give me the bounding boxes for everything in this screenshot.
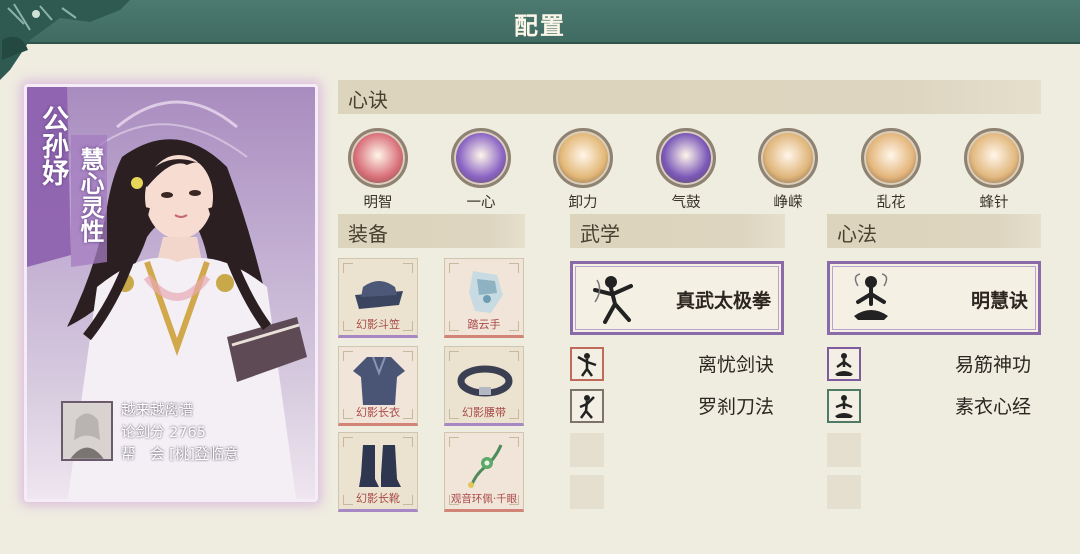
xinfa-sub-name: 易筋神功 — [954, 354, 1031, 376]
xinjue-item[interactable]: 蜂针 — [954, 128, 1034, 211]
character-card[interactable]: 公孙妤 慧心灵性 越来越离谱 论剑分 2765 帮 会 [桃]登临意 — [24, 84, 318, 502]
hat-icon — [355, 281, 403, 309]
equip-label: 幻影斗笠 — [356, 318, 400, 331]
xinjue-item[interactable]: 乱花 — [851, 128, 931, 211]
martial-fighter-icon — [593, 276, 633, 324]
section-wuxue-header: 武学 — [570, 214, 785, 248]
player-guild: 帮 会 [桃]登临意 — [121, 443, 238, 464]
equip-slot-robe[interactable]: 幻影长衣 — [338, 346, 418, 426]
equip-slot-belt[interactable]: 幻影腰带 — [444, 346, 524, 426]
wuxue-sub-name: 罗刹刀法 — [697, 396, 774, 418]
equip-slot-boots[interactable]: 幻影长靴 — [338, 432, 418, 512]
belt-icon — [457, 365, 513, 397]
xinjue-label: 气鼓 — [671, 195, 701, 211]
xinfa-sub-slot-1[interactable]: 易筋神功 — [827, 347, 1041, 381]
qigu-orb-icon — [656, 128, 716, 188]
xinfa-sub-name: 素衣心经 — [954, 396, 1031, 418]
xieli-swirl-icon — [553, 128, 613, 188]
wuxue-empty-slot[interactable] — [570, 433, 604, 467]
equip-label: 踏云手 — [467, 318, 501, 331]
wuxue-sub-name: 离忧剑诀 — [697, 354, 774, 376]
section-equipment-title: 装备 — [348, 222, 388, 246]
xinjue-label: 卸力 — [568, 195, 598, 211]
xinjue-label: 峥嵘 — [773, 195, 803, 211]
fengzhen-bee-icon — [964, 128, 1024, 188]
blade-skill-icon — [570, 389, 604, 423]
xinfa-main-name: 明慧诀 — [970, 290, 1028, 312]
player-name: 越来越离谱 — [121, 403, 194, 419]
xinjue-item[interactable]: 一心 — [441, 128, 521, 211]
pendant-icon — [468, 444, 503, 488]
yixin-flame-icon — [451, 128, 511, 188]
guild-label: 帮 会 — [121, 447, 165, 463]
suyi-skill-icon — [827, 389, 861, 423]
equip-label: 观音环佩·千眼 — [450, 493, 518, 505]
xinjue-label: 蜂针 — [979, 195, 1009, 211]
wuxue-sub-slot-2[interactable]: 罗刹刀法 — [570, 389, 784, 423]
xinjue-label: 一心 — [466, 195, 496, 211]
score-value: 2765 — [169, 425, 207, 441]
equip-slot-glove[interactable]: 踏云手 — [444, 258, 524, 338]
wuxue-main-name: 真武太极拳 — [675, 290, 771, 312]
section-xinjue-header: 心诀 — [338, 80, 1041, 114]
xinjue-item[interactable]: 卸力 — [543, 128, 623, 211]
equip-label: 幻影腰带 — [462, 406, 506, 419]
section-xinfa-title: 心法 — [837, 222, 877, 246]
xinfa-main-slot[interactable]: 明慧诀 — [827, 261, 1041, 335]
character-name: 公孙妤 — [37, 105, 68, 186]
player-info: 越来越离谱 论剑分 2765 帮 会 [桃]登临意 — [61, 399, 301, 469]
xinjue-item[interactable]: 明智 — [338, 128, 418, 211]
luanhua-flower-icon — [861, 128, 921, 188]
equip-label: 幻影长衣 — [356, 406, 400, 419]
meditation-figure-icon — [854, 273, 888, 320]
wuxue-main-slot[interactable]: 真武太极拳 — [570, 261, 784, 335]
score-label: 论剑分 — [121, 425, 165, 441]
section-wuxue-title: 武学 — [580, 222, 620, 246]
guild-value: [桃]登临意 — [169, 447, 239, 463]
wuxue-empty-slot[interactable] — [570, 475, 604, 509]
xinfa-sub-slot-2[interactable]: 素衣心经 — [827, 389, 1041, 423]
robe-icon — [353, 356, 405, 405]
yijin-skill-icon — [827, 347, 861, 381]
section-xinfa-header: 心法 — [827, 214, 1041, 248]
xinjue-label: 明智 — [363, 195, 393, 211]
section-xinjue-title: 心诀 — [348, 88, 388, 112]
xinjue-item[interactable]: 峥嵘 — [748, 128, 828, 211]
xinfa-empty-slot[interactable] — [827, 475, 861, 509]
section-equipment-header: 装备 — [338, 214, 525, 248]
avatar-figure-icon — [63, 403, 111, 459]
mingzhi-swirl-icon — [348, 128, 408, 188]
equip-label: 幻影长靴 — [356, 492, 400, 505]
boots-icon — [359, 445, 401, 487]
zhengrong-cloud-icon — [758, 128, 818, 188]
equip-slot-hat[interactable]: 幻影斗笠 — [338, 258, 418, 338]
player-score: 论剑分 2765 — [121, 421, 206, 442]
glove-icon — [469, 271, 503, 313]
character-title: 慧心灵性 — [76, 147, 105, 243]
xinjue-item[interactable]: 气鼓 — [646, 128, 726, 211]
wuxue-sub-slot-1[interactable]: 离忧剑诀 — [570, 347, 784, 381]
player-avatar[interactable] — [61, 401, 113, 461]
header-bar: 配置 — [0, 0, 1080, 80]
xinjue-label: 乱花 — [876, 195, 906, 211]
equip-slot-pendant[interactable]: 观音环佩·千眼 — [444, 432, 524, 512]
sword-skill-icon — [570, 347, 604, 381]
xinfa-empty-slot[interactable] — [827, 433, 861, 467]
page-title: 配置 — [514, 11, 566, 40]
